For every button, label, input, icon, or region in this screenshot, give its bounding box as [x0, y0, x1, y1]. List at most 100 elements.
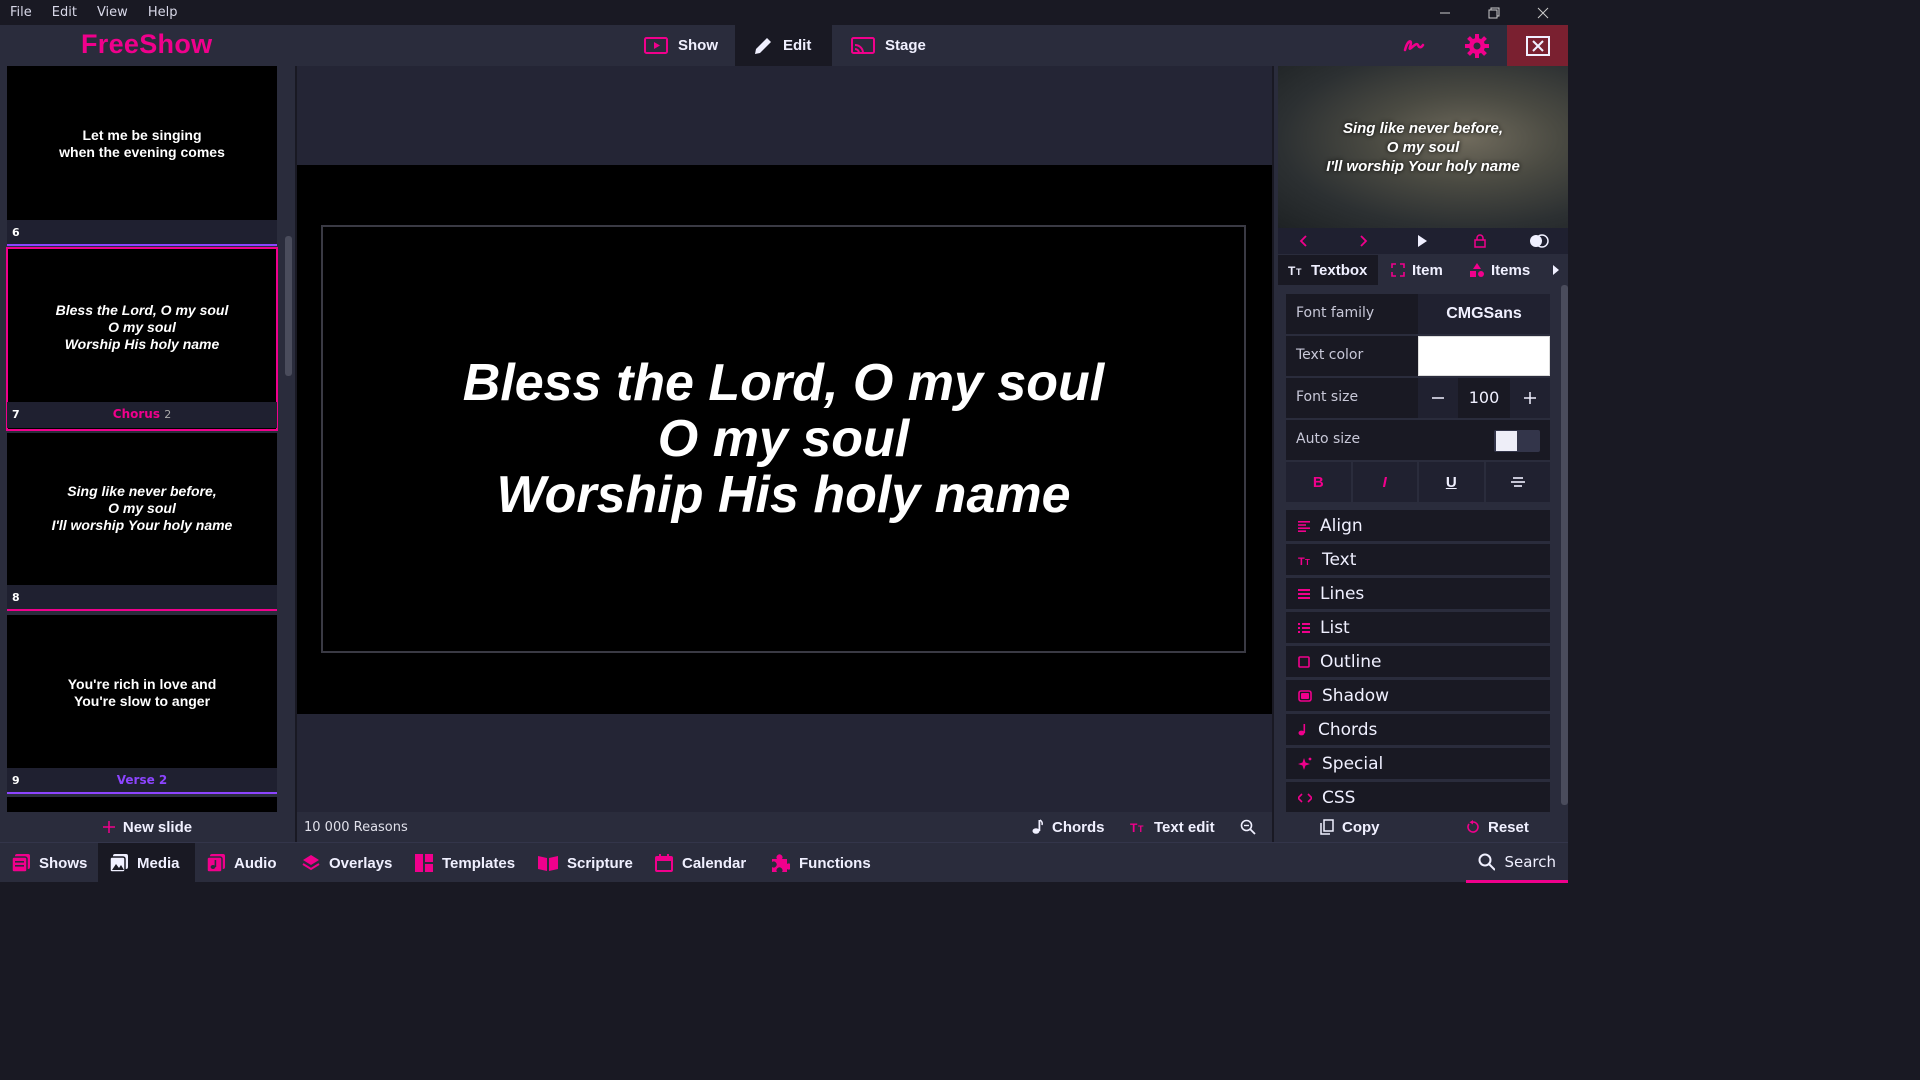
editor-line[interactable]: Worship His holy name	[496, 467, 1070, 523]
menu-file[interactable]: File	[0, 0, 42, 25]
nav-audio[interactable]: Audio	[195, 843, 289, 883]
tabs-scroll-right[interactable]	[1552, 264, 1560, 276]
section-align[interactable]: Align	[1286, 510, 1550, 541]
group-divider	[7, 792, 277, 794]
slide-thumbnail[interactable]: You're rich in love and You're slow to a…	[7, 615, 277, 792]
section-chords[interactable]: Chords	[1286, 714, 1550, 745]
slide-thumbnail[interactable]: Sing like never before, O my soul I'll w…	[7, 433, 277, 609]
section-css[interactable]: CSS	[1286, 782, 1550, 813]
drawing-button[interactable]	[1400, 33, 1428, 59]
tab-item[interactable]: Item	[1381, 255, 1453, 285]
chevron-right-icon	[1360, 235, 1368, 247]
slide-line: You're rich in love and	[67, 676, 217, 692]
section-outline[interactable]: Outline	[1286, 646, 1550, 677]
underline-button[interactable]: U	[1419, 462, 1484, 502]
nav-scripture[interactable]: Scripture	[526, 843, 645, 883]
font-size-input[interactable]: 100	[1458, 378, 1510, 418]
slides-scrollbar[interactable]	[285, 236, 292, 376]
toggle-output-button[interactable]	[1528, 232, 1550, 250]
editor-line[interactable]: O my soul	[658, 411, 909, 467]
property-tabs: TT Textbox Item Items	[1278, 255, 1568, 285]
section-label: Lines	[1320, 583, 1365, 604]
lock-output-button[interactable]	[1470, 232, 1490, 250]
tab-textbox[interactable]: TT Textbox	[1278, 255, 1378, 285]
editor-line[interactable]: Bless the Lord, O my soul	[463, 355, 1104, 411]
search-button[interactable]: Search	[1466, 843, 1568, 883]
increase-font-size-button[interactable]	[1510, 378, 1550, 418]
menu-view[interactable]: View	[87, 0, 138, 25]
text-color-row: Text color	[1286, 336, 1550, 376]
strikethrough-icon	[1510, 477, 1525, 487]
strikethrough-button[interactable]	[1485, 462, 1550, 502]
nav-shows[interactable]: Shows	[0, 843, 99, 883]
nav-media[interactable]: Media	[98, 843, 195, 883]
zoom-icon	[1240, 819, 1256, 835]
new-slide-button[interactable]: New slide	[0, 812, 295, 842]
plus-icon	[102, 821, 115, 833]
chords-button[interactable]: Chords	[1032, 812, 1105, 842]
mode-stage-button[interactable]: Stage	[833, 25, 944, 66]
nav-templates[interactable]: Templates	[403, 843, 527, 883]
slide-group-label: Chorus 2	[7, 407, 277, 421]
settings-button[interactable]	[1464, 33, 1490, 59]
mode-edit-label: Edit	[783, 37, 812, 54]
nav-audio-label: Audio	[234, 854, 277, 872]
font-family-select[interactable]: CMGSans	[1418, 294, 1550, 334]
mode-edit-button[interactable]: Edit	[735, 25, 832, 66]
close-icon	[1537, 7, 1549, 18]
next-slide-button[interactable]	[1353, 232, 1373, 250]
section-text[interactable]: TT Text	[1286, 544, 1550, 575]
search-label: Search	[1504, 852, 1556, 871]
slide-canvas[interactable]: Bless the Lord, O my soul O my soul Wors…	[297, 165, 1272, 714]
shadow-icon	[1298, 689, 1312, 702]
slide-line: Worship His holy name	[64, 336, 220, 352]
menu-edit[interactable]: Edit	[42, 0, 87, 25]
copy-button[interactable]: Copy	[1320, 812, 1380, 842]
audio-icon	[207, 854, 225, 872]
properties-bottom-bar: Copy Reset	[1274, 812, 1568, 842]
nav-calendar[interactable]: Calendar	[643, 843, 758, 883]
restore-button[interactable]	[1470, 0, 1518, 25]
text-color-swatch[interactable]	[1418, 336, 1550, 376]
mode-show-button[interactable]: Show	[626, 25, 736, 66]
monitor-play-icon	[644, 36, 668, 54]
close-output-button[interactable]	[1507, 25, 1568, 66]
reset-button[interactable]: Reset	[1466, 812, 1529, 842]
auto-size-toggle[interactable]	[1494, 430, 1540, 452]
section-special[interactable]: Special	[1286, 748, 1550, 779]
output-preview[interactable]: Sing like never before, O my soul I'll w…	[1278, 66, 1568, 228]
section-shadow[interactable]: Shadow	[1286, 680, 1550, 711]
slide-thumbnail[interactable]: Let me be singing when the evening comes…	[7, 66, 277, 244]
editor-textbox[interactable]: Bless the Lord, O my soul O my soul Wors…	[321, 225, 1246, 653]
nav-functions-label: Functions	[799, 854, 871, 872]
text-edit-button[interactable]: TT Text edit	[1130, 812, 1215, 842]
top-bar: FreeShow Show Edit Stage	[0, 25, 1568, 66]
minimize-button[interactable]	[1421, 0, 1469, 25]
section-list[interactable]: List	[1286, 612, 1550, 643]
templates-icon	[415, 854, 433, 872]
zoom-button[interactable]	[1240, 812, 1256, 842]
mode-show-label: Show	[678, 37, 718, 54]
restore-icon	[1488, 7, 1500, 18]
slide-thumbnail-selected[interactable]: Bless the Lord, O my soul O my soul Wors…	[6, 247, 278, 431]
menu-help[interactable]: Help	[138, 0, 188, 25]
bold-button[interactable]: B	[1286, 462, 1351, 502]
slide-footer: 8	[7, 585, 277, 609]
lines-icon	[1298, 588, 1310, 599]
decrease-font-size-button[interactable]	[1418, 378, 1458, 418]
properties-scrollbar[interactable]	[1561, 285, 1568, 805]
nav-overlays-label: Overlays	[329, 854, 393, 872]
nav-functions[interactable]: Functions	[758, 843, 883, 883]
slide-group-label: Verse 2	[116, 773, 168, 787]
previous-slide-button[interactable]	[1294, 232, 1314, 250]
section-lines[interactable]: Lines	[1286, 578, 1550, 609]
nav-templates-label: Templates	[442, 854, 516, 872]
text-color-label: Text color	[1296, 347, 1364, 363]
play-button[interactable]	[1412, 232, 1432, 250]
italic-button[interactable]: I	[1352, 462, 1417, 502]
nav-overlays[interactable]: Overlays	[290, 843, 404, 883]
tab-items[interactable]: Items	[1460, 255, 1540, 285]
close-window-button[interactable]	[1519, 0, 1567, 25]
slide-thumbnail-partial[interactable]	[7, 797, 277, 812]
section-label: List	[1320, 617, 1350, 638]
